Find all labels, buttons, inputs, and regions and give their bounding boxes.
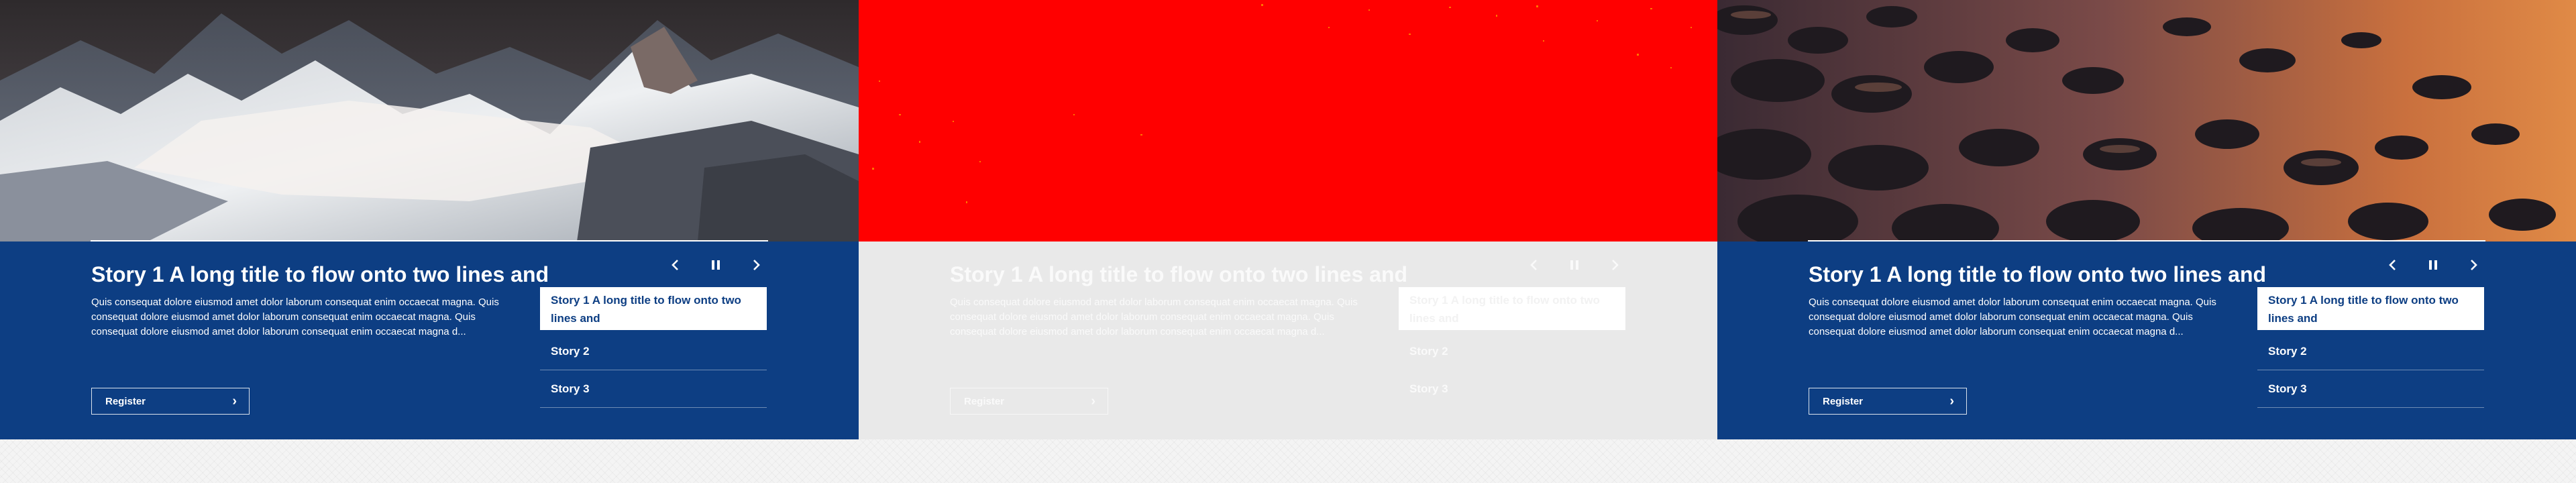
carousel-controls bbox=[2383, 255, 2483, 275]
story-item-1[interactable]: Story 1 A long title to flow onto two li… bbox=[1399, 287, 1625, 333]
chevron-right-icon: › bbox=[1949, 394, 1954, 409]
register-button-label: Register bbox=[964, 395, 1005, 407]
story-title: Story 1 A long title to flow onto two li… bbox=[950, 262, 1408, 286]
story-list: Story 1 A long title to flow onto two li… bbox=[2257, 287, 2484, 408]
story-title: Story 1 A long title to flow onto two li… bbox=[91, 262, 549, 286]
next-button[interactable] bbox=[1605, 255, 1625, 275]
pause-icon bbox=[712, 260, 720, 270]
story-item-3[interactable]: Story 3 bbox=[2257, 370, 2484, 408]
next-button[interactable] bbox=[2463, 255, 2483, 275]
story-item-2[interactable]: Story 2 bbox=[2257, 333, 2484, 370]
chevron-right-icon bbox=[1612, 260, 1619, 270]
chevron-left-icon bbox=[2389, 260, 2396, 270]
story-carousel-disabled: Story 1 A long title to flow onto two li… bbox=[859, 0, 1717, 439]
chevron-right-icon: › bbox=[1091, 394, 1095, 409]
story-carousel: Story 1 A long title to flow onto two li… bbox=[0, 0, 859, 439]
chevron-right-icon: › bbox=[232, 394, 237, 409]
register-button-label: Register bbox=[1823, 395, 1864, 407]
hero-image bbox=[1717, 0, 2576, 241]
previous-button[interactable] bbox=[665, 255, 686, 275]
register-button-label: Register bbox=[105, 395, 146, 407]
story-description: Quis consequat dolore eiusmod amet dolor… bbox=[91, 297, 499, 337]
pause-button[interactable] bbox=[1564, 255, 1585, 275]
chevron-left-icon bbox=[1530, 260, 1537, 270]
hero-image bbox=[0, 0, 859, 241]
story-description: Quis consequat dolore eiusmod amet dolor… bbox=[1809, 297, 2216, 337]
carousel-controls bbox=[665, 255, 766, 275]
carousel-controls bbox=[1524, 255, 1625, 275]
previous-button[interactable] bbox=[2383, 255, 2403, 275]
story-list: Story 1 A long title to flow onto two li… bbox=[1399, 287, 1625, 408]
story-carousel: Story 1 A long title to flow onto two li… bbox=[1717, 0, 2576, 439]
register-button[interactable]: Register › bbox=[950, 388, 1108, 415]
pause-icon bbox=[1570, 260, 1578, 270]
story-content: Story 1 A long title to flow onto two li… bbox=[0, 241, 859, 439]
story-item-1[interactable]: Story 1 A long title to flow onto two li… bbox=[2257, 287, 2484, 333]
story-content: Story 1 A long title to flow onto two li… bbox=[1717, 241, 2576, 439]
story-item-3[interactable]: Story 3 bbox=[540, 370, 767, 408]
story-item-2[interactable]: Story 2 bbox=[1399, 333, 1625, 370]
story-item-1[interactable]: Story 1 A long title to flow onto two li… bbox=[540, 287, 767, 333]
hero-image bbox=[859, 0, 1717, 241]
story-description: Quis consequat dolore eiusmod amet dolor… bbox=[950, 297, 1358, 337]
story-item-2[interactable]: Story 2 bbox=[540, 333, 767, 370]
next-button[interactable] bbox=[746, 255, 766, 275]
story-content: Story 1 A long title to flow onto two li… bbox=[859, 241, 1717, 439]
register-button[interactable]: Register › bbox=[1809, 388, 1967, 415]
pause-button[interactable] bbox=[706, 255, 726, 275]
previous-button[interactable] bbox=[1524, 255, 1544, 275]
pause-icon bbox=[2429, 260, 2437, 270]
story-list: Story 1 A long title to flow onto two li… bbox=[540, 287, 767, 408]
story-title: Story 1 A long title to flow onto two li… bbox=[1809, 262, 2267, 286]
register-button[interactable]: Register › bbox=[91, 388, 250, 415]
story-item-3[interactable]: Story 3 bbox=[1399, 370, 1625, 408]
chevron-left-icon bbox=[672, 260, 678, 270]
chevron-right-icon bbox=[2471, 260, 2477, 270]
chevron-right-icon bbox=[753, 260, 760, 270]
pause-button[interactable] bbox=[2423, 255, 2443, 275]
